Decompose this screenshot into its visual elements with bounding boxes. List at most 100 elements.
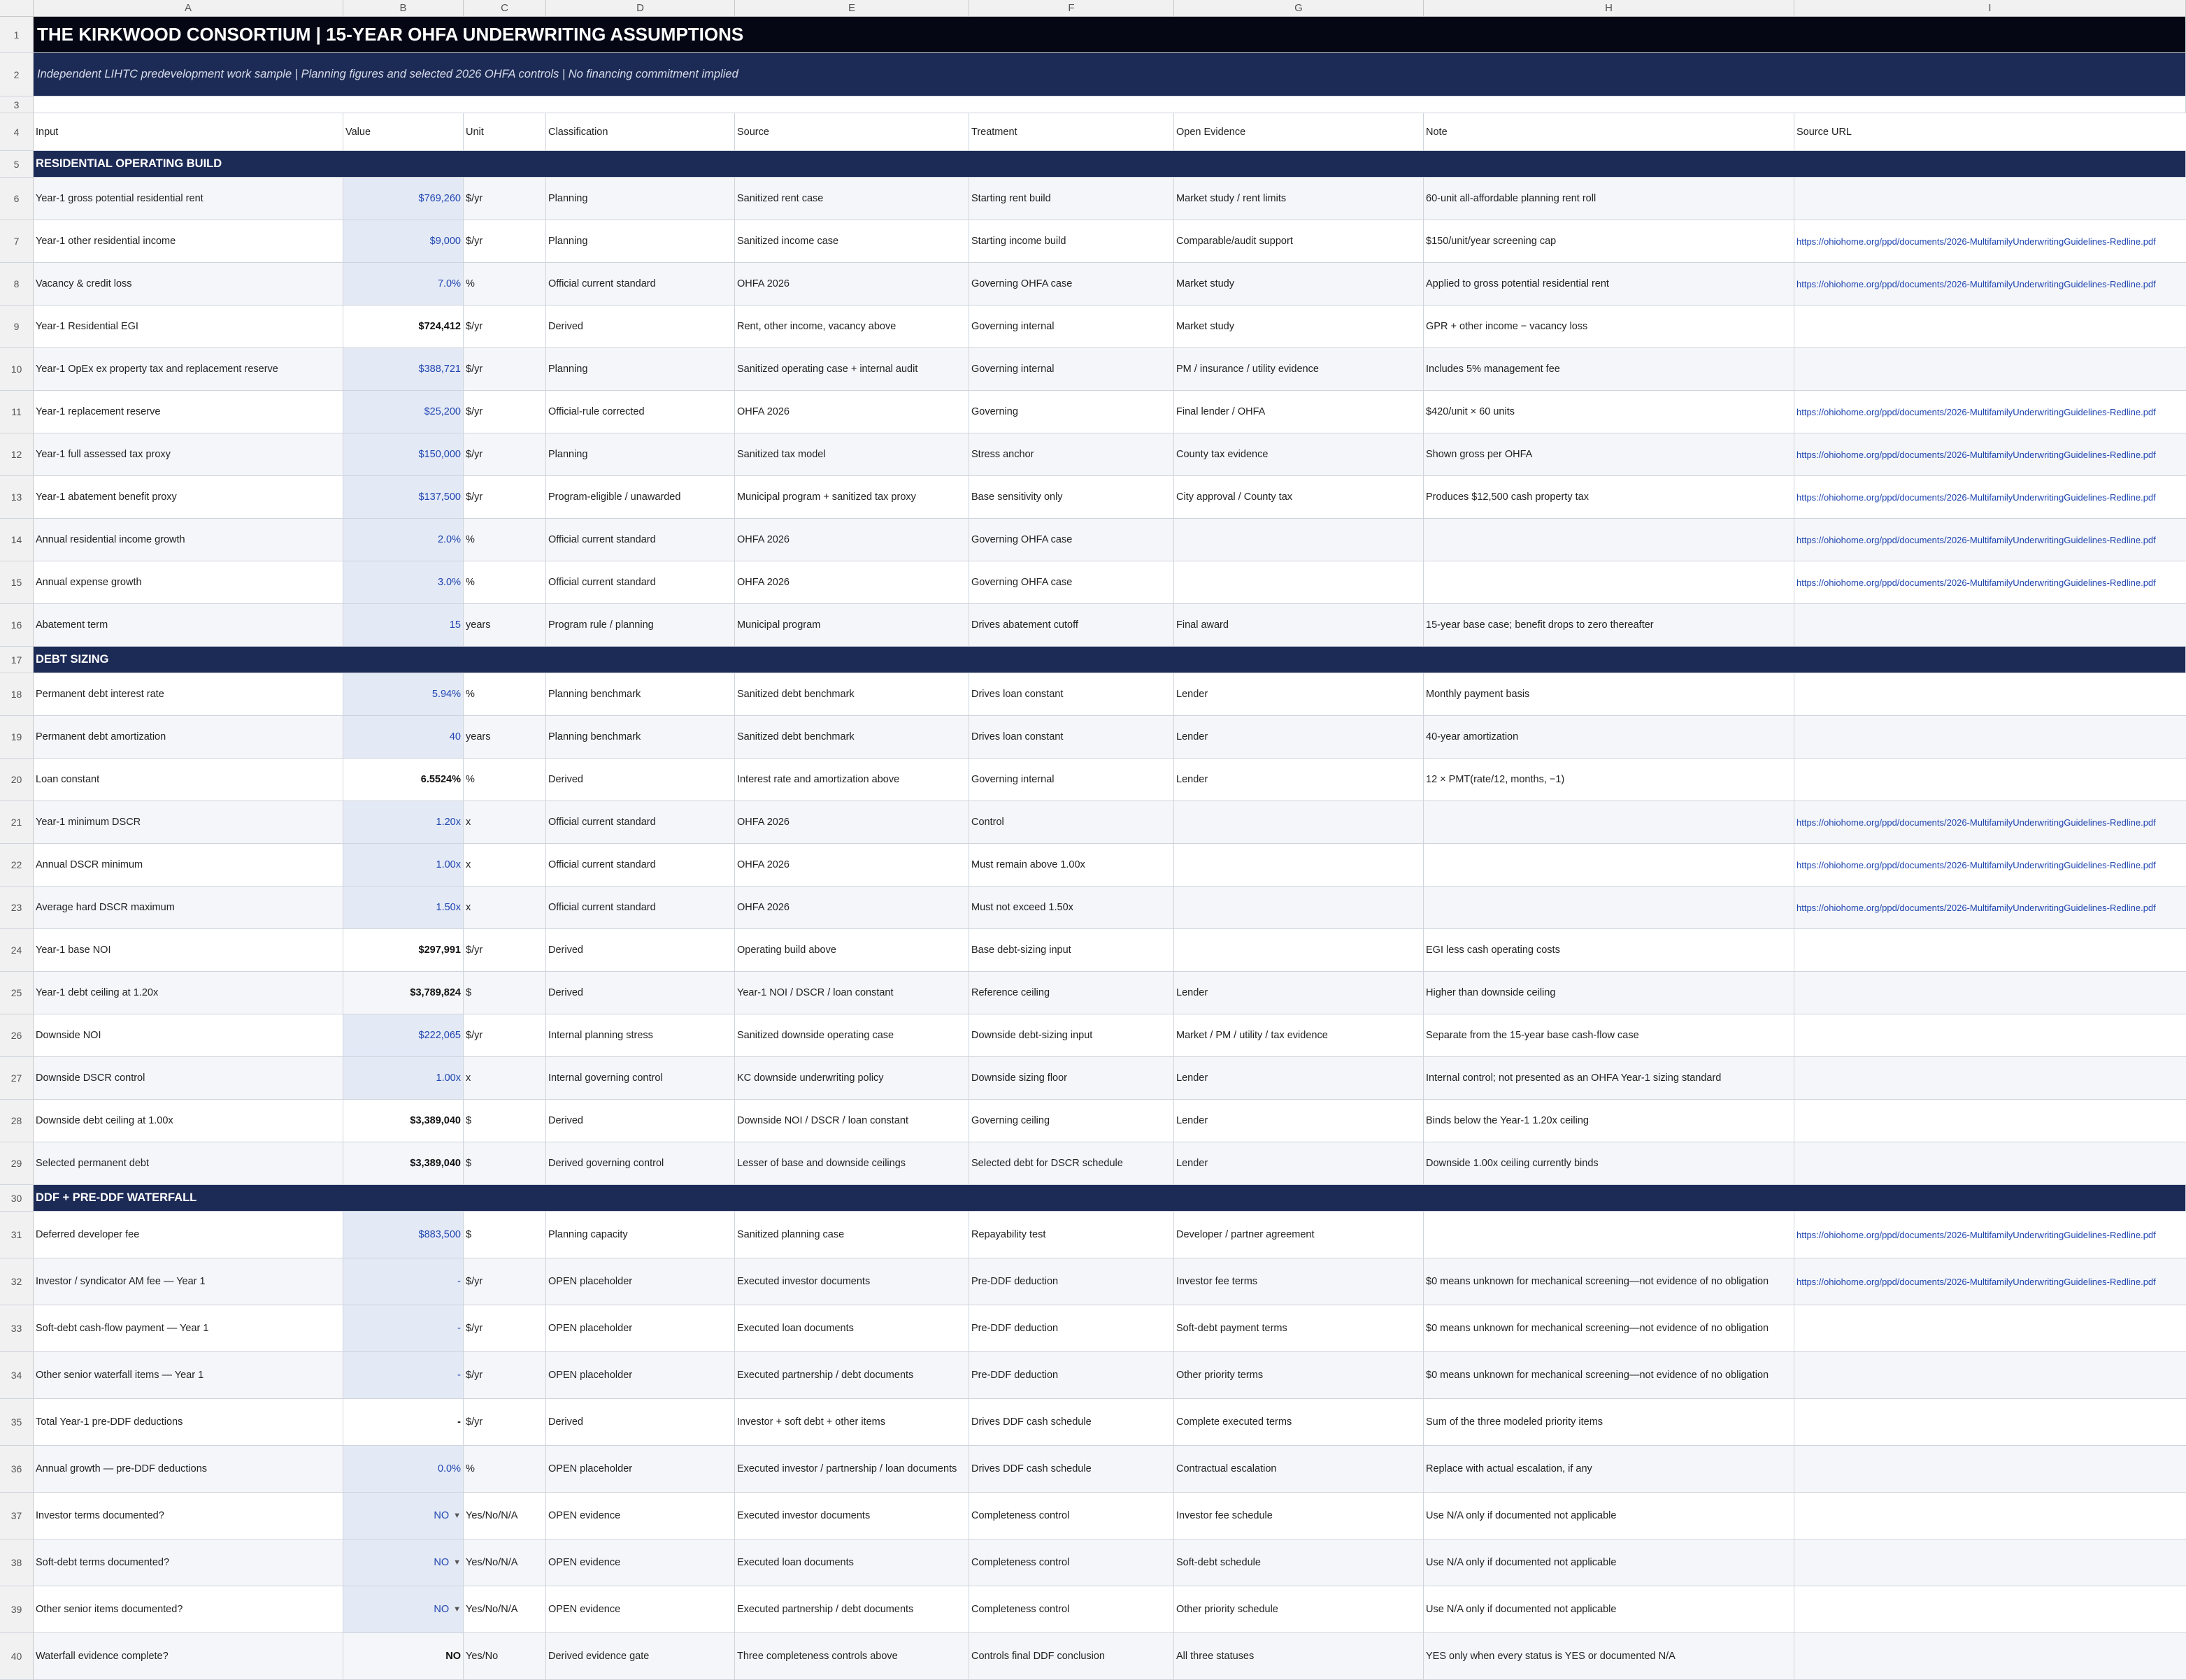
input-label[interactable]: Selected permanent debt	[34, 1142, 343, 1184]
row-number[interactable]: 30	[0, 1185, 34, 1211]
value-cell[interactable]: NO ▼	[343, 1493, 464, 1539]
classification-cell[interactable]: OPEN placeholder	[546, 1305, 735, 1351]
note-cell[interactable]	[1424, 1212, 1794, 1258]
value-cell[interactable]: 0.0%	[343, 1446, 464, 1492]
unit-cell[interactable]: %	[464, 519, 546, 561]
source-url-link[interactable]	[1794, 178, 2186, 220]
source-url-link[interactable]	[1794, 604, 2186, 646]
section-header[interactable]: RESIDENTIAL OPERATING BUILD	[34, 151, 2186, 177]
input-label[interactable]: Year-1 abatement benefit proxy	[34, 476, 343, 518]
header-classification[interactable]: Classification	[546, 113, 735, 150]
treatment-cell[interactable]: Governing OHFA case	[969, 561, 1174, 603]
treatment-cell[interactable]: Completeness control	[969, 1539, 1174, 1586]
source-url-link[interactable]	[1794, 1142, 2186, 1184]
input-label[interactable]: Annual DSCR minimum	[34, 844, 343, 886]
value-cell[interactable]: 6.5524%	[343, 759, 464, 800]
open-evidence-cell[interactable]: Lender	[1174, 673, 1424, 715]
classification-cell[interactable]: Planning	[546, 348, 735, 390]
open-evidence-cell[interactable]	[1174, 519, 1424, 561]
value-cell[interactable]: -	[343, 1399, 464, 1445]
section-header[interactable]: DEBT SIZING	[34, 647, 2186, 673]
treatment-cell[interactable]: Controls final DDF conclusion	[969, 1633, 1174, 1679]
source-url-link[interactable]	[1794, 716, 2186, 758]
header-treatment[interactable]: Treatment	[969, 113, 1174, 150]
open-evidence-cell[interactable]	[1174, 886, 1424, 928]
column-header-c[interactable]: C	[464, 0, 546, 16]
value-cell[interactable]: 7.0%	[343, 263, 464, 305]
source-cell[interactable]: Sanitized rent case	[735, 178, 969, 220]
note-cell[interactable]	[1424, 519, 1794, 561]
note-cell[interactable]: Downside 1.00x ceiling currently binds	[1424, 1142, 1794, 1184]
value-cell[interactable]: -	[343, 1352, 464, 1398]
open-evidence-cell[interactable]: All three statuses	[1174, 1633, 1424, 1679]
source-url-link[interactable]: https://ohiohome.org/ppd/documents/2026-…	[1794, 844, 2186, 886]
treatment-cell[interactable]: Starting rent build	[969, 178, 1174, 220]
open-evidence-cell[interactable]: City approval / County tax	[1174, 476, 1424, 518]
input-label[interactable]: Year-1 base NOI	[34, 929, 343, 971]
classification-cell[interactable]: Derived	[546, 759, 735, 800]
row-number[interactable]: 7	[0, 220, 34, 262]
row-number[interactable]: 4	[0, 113, 34, 150]
source-url-link[interactable]: https://ohiohome.org/ppd/documents/2026-…	[1794, 433, 2186, 475]
source-url-link[interactable]	[1794, 673, 2186, 715]
row-number[interactable]: 9	[0, 306, 34, 347]
open-evidence-cell[interactable]	[1174, 929, 1424, 971]
treatment-cell[interactable]: Starting income build	[969, 220, 1174, 262]
open-evidence-cell[interactable]: Lender	[1174, 759, 1424, 800]
source-cell[interactable]: OHFA 2026	[735, 886, 969, 928]
dropdown-arrow-icon[interactable]: ▼	[453, 1558, 461, 1567]
value-cell[interactable]: NO	[343, 1633, 464, 1679]
unit-cell[interactable]: $	[464, 972, 546, 1014]
note-cell[interactable]: Sum of the three modeled priority items	[1424, 1399, 1794, 1445]
classification-cell[interactable]: Official-rule corrected	[546, 391, 735, 433]
header-open-evidence[interactable]: Open Evidence	[1174, 113, 1424, 150]
column-header-i[interactable]: I	[1794, 0, 2186, 16]
classification-cell[interactable]: OPEN evidence	[546, 1539, 735, 1586]
row-number[interactable]: 34	[0, 1352, 34, 1398]
unit-cell[interactable]: $/yr	[464, 1399, 546, 1445]
row-number[interactable]: 5	[0, 151, 34, 177]
unit-cell[interactable]: $/yr	[464, 391, 546, 433]
source-cell[interactable]: Sanitized debt benchmark	[735, 673, 969, 715]
classification-cell[interactable]: Official current standard	[546, 886, 735, 928]
source-cell[interactable]: OHFA 2026	[735, 263, 969, 305]
unit-cell[interactable]: x	[464, 1057, 546, 1099]
unit-cell[interactable]: $	[464, 1212, 546, 1258]
note-cell[interactable]: Binds below the Year-1 1.20x ceiling	[1424, 1100, 1794, 1142]
source-url-link[interactable]: https://ohiohome.org/ppd/documents/2026-…	[1794, 1258, 2186, 1305]
note-cell[interactable]: Internal control; not presented as an OH…	[1424, 1057, 1794, 1099]
unit-cell[interactable]: $/yr	[464, 306, 546, 347]
treatment-cell[interactable]: Governing	[969, 391, 1174, 433]
source-url-link[interactable]: https://ohiohome.org/ppd/documents/2026-…	[1794, 561, 2186, 603]
classification-cell[interactable]: Planning	[546, 433, 735, 475]
input-label[interactable]: Year-1 debt ceiling at 1.20x	[34, 972, 343, 1014]
note-cell[interactable]: Use N/A only if documented not applicabl…	[1424, 1586, 1794, 1632]
source-url-link[interactable]	[1794, 1539, 2186, 1586]
classification-cell[interactable]: Derived	[546, 306, 735, 347]
source-cell[interactable]: Rent, other income, vacancy above	[735, 306, 969, 347]
source-cell[interactable]: OHFA 2026	[735, 519, 969, 561]
dropdown-arrow-icon[interactable]: ▼	[453, 1605, 461, 1614]
input-label[interactable]: Annual residential income growth	[34, 519, 343, 561]
open-evidence-cell[interactable]: Market study	[1174, 306, 1424, 347]
treatment-cell[interactable]: Reference ceiling	[969, 972, 1174, 1014]
column-header-d[interactable]: D	[546, 0, 735, 16]
input-label[interactable]: Year-1 replacement reserve	[34, 391, 343, 433]
note-cell[interactable]: Separate from the 15-year base cash-flow…	[1424, 1014, 1794, 1056]
input-label[interactable]: Other senior items documented?	[34, 1586, 343, 1632]
source-cell[interactable]: Executed partnership / debt documents	[735, 1586, 969, 1632]
source-url-link[interactable]: https://ohiohome.org/ppd/documents/2026-…	[1794, 886, 2186, 928]
note-cell[interactable]: Produces $12,500 cash property tax	[1424, 476, 1794, 518]
unit-cell[interactable]: %	[464, 561, 546, 603]
open-evidence-cell[interactable]: Lender	[1174, 716, 1424, 758]
unit-cell[interactable]: Yes/No/N/A	[464, 1493, 546, 1539]
open-evidence-cell[interactable]: Other priority terms	[1174, 1352, 1424, 1398]
open-evidence-cell[interactable]: Contractual escalation	[1174, 1446, 1424, 1492]
treatment-cell[interactable]: Pre-DDF deduction	[969, 1305, 1174, 1351]
treatment-cell[interactable]: Must not exceed 1.50x	[969, 886, 1174, 928]
open-evidence-cell[interactable]: Lender	[1174, 972, 1424, 1014]
row-number[interactable]: 11	[0, 391, 34, 433]
open-evidence-cell[interactable]: Final award	[1174, 604, 1424, 646]
row-number[interactable]: 12	[0, 433, 34, 475]
row-number[interactable]: 27	[0, 1057, 34, 1099]
